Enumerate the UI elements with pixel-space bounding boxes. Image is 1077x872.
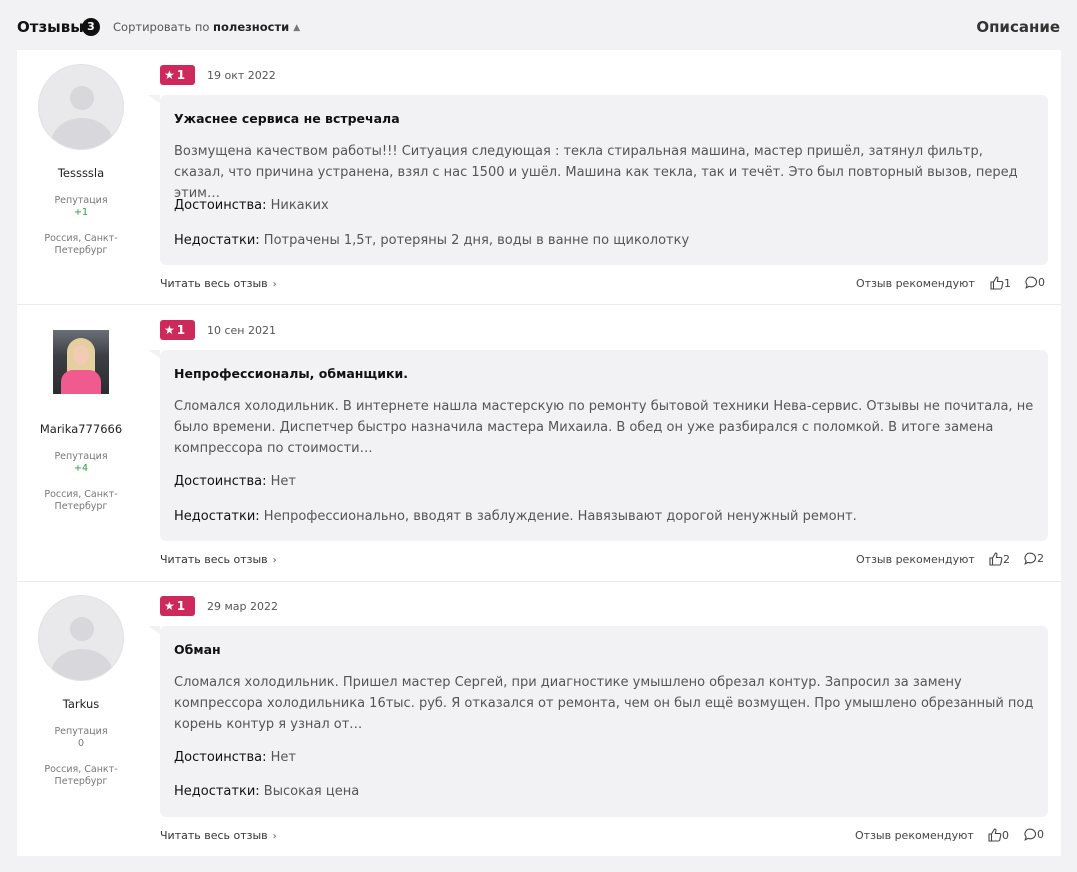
sort-control[interactable]: Сортировать по полезности ▲ [113, 20, 300, 34]
recommend-label: Отзыв рекомендуют [856, 553, 975, 566]
pros-value: Нет [270, 750, 296, 765]
review-bubble: Обман Сломался холодильник. Пришел масте… [148, 626, 1048, 817]
reputation-label: Репутация [54, 195, 108, 206]
chevron-right-icon: › [272, 279, 277, 290]
review-pros: Достоинства: Нет [174, 750, 296, 765]
review-pros: Достоинства: Нет [174, 474, 296, 489]
chevron-right-icon: › [272, 555, 277, 566]
read-full-review-link[interactable]: Читать весь отзыв › [160, 829, 277, 842]
review-title: Непрофессионалы, обманщики. [174, 366, 408, 381]
comment-bubble-icon [1024, 828, 1037, 841]
pros-label: Достоинства: [174, 750, 267, 765]
sort-prefix: Сортировать по [113, 20, 210, 34]
user-avatar-photo[interactable] [53, 330, 109, 394]
review-date: 19 окт 2022 [207, 69, 276, 82]
reviews-header: Отзывы 3 Сортировать по полезности ▲ Опис… [0, 0, 1077, 50]
like-button[interactable]: 2 [989, 552, 1010, 566]
rating-badge: ★ 1 [160, 65, 195, 85]
review-date: 10 сен 2021 [207, 324, 276, 337]
review-bubble: Ужаснее сервиса не встречала Возмущена к… [148, 95, 1048, 265]
reputation-value: +1 [73, 207, 88, 218]
star-icon: ★ [164, 599, 175, 613]
pros-label: Достоинства: [174, 198, 267, 213]
cons-value: Потрачены 1,5т, ротеряны 2 дня, воды в в… [263, 233, 690, 248]
reputation-value: +4 [73, 463, 88, 474]
review-text: Возмущена качеством работы!!! Ситуация с… [174, 144, 1018, 201]
user-location: Россия, Санкт-Петербург [44, 233, 118, 256]
review-title: Обман [174, 642, 221, 657]
username[interactable]: Tarkus [17, 697, 145, 711]
review-title: Ужаснее сервиса не встречала [174, 111, 400, 126]
reputation-label: Репутация [54, 726, 108, 737]
review-card: Tessssla Репутация +1 Россия, Санкт-Пете… [17, 50, 1061, 304]
thumb-up-icon [990, 276, 1004, 290]
reputation-value: 0 [77, 738, 85, 749]
cons-label: Недостатки: [174, 784, 260, 799]
like-button[interactable]: 0 [988, 828, 1009, 842]
user-location: Россия, Санкт-Петербург [44, 489, 118, 512]
thumb-up-icon [989, 552, 1003, 566]
read-full-review-link[interactable]: Читать весь отзыв › [160, 553, 277, 566]
review-text: Сломался холодильник. Пришел мастер Серг… [174, 675, 1034, 732]
review-bubble: Непрофессионалы, обманщики. Сломался хол… [148, 350, 1048, 541]
like-button[interactable]: 1 [990, 276, 1011, 290]
review-card: Tarkus Репутация 0 Россия, Санкт-Петербу… [17, 581, 1061, 856]
cons-value: Высокая цена [263, 784, 360, 799]
cons-value: Непрофессионально, вводят в заблуждение.… [263, 509, 857, 524]
default-avatar[interactable] [38, 595, 124, 681]
cons-label: Недостатки: [174, 509, 260, 524]
review-pros: Достоинства: Никаких [174, 198, 329, 213]
review-cons: Недостатки: Высокая цена [174, 784, 359, 799]
review-cons: Недостатки: Потрачены 1,5т, ротеряны 2 д… [174, 233, 689, 248]
comment-bubble-icon [1024, 552, 1037, 565]
default-avatar[interactable] [38, 64, 124, 150]
description-link[interactable]: Описание [976, 18, 1060, 36]
reputation-label: Репутация [54, 451, 108, 462]
star-icon: ★ [164, 68, 175, 82]
cons-label: Недостатки: [174, 233, 260, 248]
reviews-count-badge: 3 [82, 18, 100, 36]
review-card: Marika777666 Репутация +4 Россия, Санкт-… [17, 305, 1061, 581]
comment-bubble-icon [1025, 276, 1038, 289]
star-icon: ★ [164, 323, 175, 337]
read-full-review-link[interactable]: Читать весь отзыв › [160, 277, 277, 290]
reviews-panel: Tessssla Репутация +1 Россия, Санкт-Пете… [17, 50, 1061, 856]
rating-badge: ★ 1 [160, 596, 195, 616]
pros-label: Достоинства: [174, 474, 267, 489]
sort-arrows-icon[interactable]: ▲ [293, 23, 300, 33]
review-date: 29 мар 2022 [207, 600, 279, 613]
reviews-title: Отзывы [17, 18, 84, 36]
username[interactable]: Tessssla [17, 166, 145, 180]
review-text: Сломался холодильник. В интернете нашла … [174, 399, 1034, 456]
thumb-up-icon [988, 828, 1002, 842]
recommend-label: Отзыв рекомендуют [856, 277, 975, 290]
sort-value[interactable]: полезности [213, 20, 289, 34]
username[interactable]: Marika777666 [17, 422, 145, 436]
review-cons: Недостатки: Непрофессионально, вводят в … [174, 509, 857, 524]
recommend-label: Отзыв рекомендуют [855, 829, 974, 842]
comments-button[interactable]: 0 [1024, 828, 1044, 841]
chevron-right-icon: › [272, 831, 277, 842]
comments-button[interactable]: 2 [1024, 552, 1044, 565]
comments-button[interactable]: 0 [1025, 276, 1045, 289]
pros-value: Никаких [270, 198, 329, 213]
pros-value: Нет [270, 474, 296, 489]
rating-badge: ★ 1 [160, 320, 195, 340]
user-location: Россия, Санкт-Петербург [44, 764, 118, 787]
